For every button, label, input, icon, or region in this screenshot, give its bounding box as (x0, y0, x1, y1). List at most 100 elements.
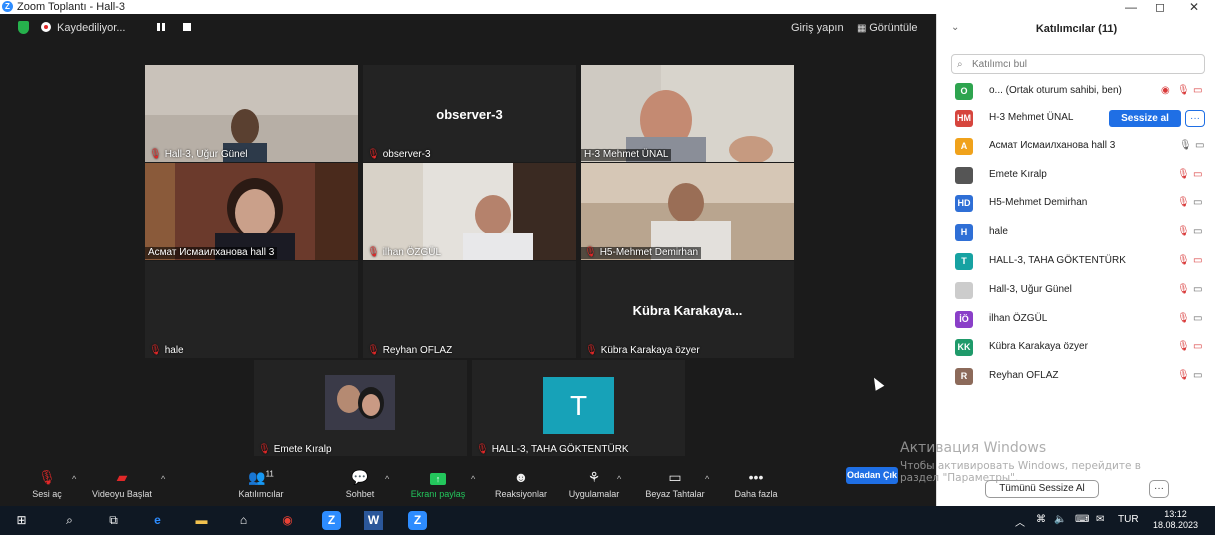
avatar: R (955, 368, 973, 385)
reactions-icon: ☻ (513, 469, 529, 485)
start-video-button[interactable]: ▰ Videoyu Başlat (90, 456, 154, 506)
edge-browser-icon[interactable]: e (148, 511, 167, 530)
mute-participant-button[interactable]: Sessize al (1109, 110, 1181, 127)
chrome-icon[interactable]: ◉ (278, 511, 297, 530)
participant-row[interactable]: İÖ ilhan ÖZGÜL 🎙 ▭ (937, 309, 1215, 331)
video-tile[interactable]: T 🎙 HALL-3, TAHA GÖKTENTÜRK (472, 360, 685, 457)
video-tile[interactable]: 🎙 Emete Kıralp (254, 360, 467, 457)
video-tile[interactable]: 🎙 Reyhan OFLAZ (363, 261, 576, 358)
participant-row[interactable]: Emete Kıralp 🎙 ▭ (937, 165, 1215, 187)
more-icon: ••• (748, 469, 764, 485)
participants-button[interactable]: 👥11 Katılımcılar (230, 456, 292, 506)
share-options-caret-icon[interactable]: ^ (471, 474, 475, 484)
minimize-button[interactable]: — (1125, 0, 1137, 14)
participants-icon: 👥11 (248, 469, 274, 485)
start-windows-icon[interactable]: ⊞ (12, 511, 31, 530)
whiteboard-icon: ▭ (668, 469, 682, 485)
pause-recording-icon[interactable] (157, 23, 166, 31)
task-view-icon[interactable]: ⧉ (104, 511, 123, 530)
mic-off-icon: 🎙 (1177, 370, 1190, 381)
mic-off-icon: 🎙 (1177, 169, 1190, 180)
apps-options-caret-icon[interactable]: ^ (617, 474, 621, 484)
participant-row[interactable]: H hale 🎙 ▭ (937, 222, 1215, 244)
zoom-app-icon[interactable]: Z (322, 511, 341, 530)
whiteboard-options-caret-icon[interactable]: ^ (705, 474, 709, 484)
share-screen-button[interactable]: ↑ Ekranı paylaş (410, 456, 466, 506)
reactions-button[interactable]: ☻ Reaksiyonlar (490, 456, 552, 506)
store-icon[interactable]: ⌂ (234, 511, 253, 530)
notifications-icon[interactable]: ✉ (1096, 514, 1104, 525)
chat-button[interactable]: 💬 Sohbet (340, 456, 380, 506)
participant-name: Kübra Karakaya özyer (989, 341, 1088, 352)
participant-video (145, 65, 358, 162)
tile-name: 🎙 HALL-3, TAHA GÖKTENTÜRK (476, 444, 629, 455)
tile-name: 🎙 Emete Kıralp (258, 444, 332, 455)
keyboard-icon[interactable]: ⌨ (1075, 514, 1089, 525)
participant-row[interactable]: O o... (Ortak oturum sahibi, ben) ◉ 🎙 ▭ (937, 81, 1215, 103)
video-tile[interactable]: observer-3 🎙 observer-3 (363, 65, 576, 162)
word-app-icon[interactable]: W (364, 511, 383, 530)
video-tile-active-speaker[interactable]: Асмат Исмаилханова hall 3 (145, 163, 358, 260)
participant-row[interactable]: Hall-3, Uğur Günel 🎙 ▭ (937, 280, 1215, 302)
mic-off-icon: 🎙 (1177, 226, 1190, 237)
more-button[interactable]: ••• Daha fazla (728, 456, 784, 506)
video-options-caret-icon[interactable]: ^ (161, 474, 165, 484)
tile-name: 🎙 ilhan ÖZGÜL (367, 247, 442, 258)
participant-row[interactable]: HD H5-Mehmet Demirhan 🎙 ▭ (937, 193, 1215, 215)
participant-search-input[interactable]: ⌕ Katılımcı bul (951, 54, 1205, 74)
windows-activation-watermark: Активация Windows Чтобы активировать Win… (900, 440, 1141, 484)
participant-video (145, 163, 358, 260)
avatar: HM (955, 110, 973, 127)
video-tile[interactable]: 🎙 ilhan ÖZGÜL (363, 163, 576, 260)
input-language[interactable]: TUR (1118, 514, 1139, 525)
leave-button[interactable]: Odadan Çık (846, 467, 898, 484)
participant-row[interactable]: A Асмат Исмаилханова hall 3 🎙 ▭ (937, 136, 1215, 158)
system-clock[interactable]: 13:12 18.08.2023 (1153, 509, 1198, 531)
audio-options-caret-icon[interactable]: ^ (72, 474, 76, 484)
apps-button[interactable]: ⚘ Uygulamalar (563, 456, 625, 506)
participant-name: HALL-3, TAHA GÖKTENTÜRK (989, 255, 1126, 266)
share-screen-icon: ↑ (410, 469, 466, 485)
video-tile[interactable]: H-3 Mehmet ÜNAL (581, 65, 794, 162)
signin-link[interactable]: Giriş yapın (791, 22, 844, 34)
tray-chevron-up-icon[interactable]: ︿ (1015, 514, 1025, 529)
view-label: Görüntüle (869, 22, 918, 34)
video-tile[interactable]: 🎙 H5-Mehmet Demirhan (581, 163, 794, 260)
search-placeholder: Katılımcı bul (972, 59, 1028, 70)
participant-name: o... (Ortak oturum sahibi, ben) (989, 85, 1122, 96)
participant-row[interactable]: R Reyhan OFLAZ 🎙 ▭ (937, 366, 1215, 388)
tile-name: 🎙 H5-Mehmet Demirhan (581, 247, 702, 259)
participant-row[interactable]: T HALL-3, TAHA GÖKTENTÜRK 🎙 ▭ (937, 251, 1215, 273)
participant-name: Reyhan OFLAZ (989, 370, 1059, 381)
unmute-button[interactable]: 🎙 Sesi aç (26, 456, 68, 506)
file-explorer-icon[interactable]: ▬ (192, 511, 211, 530)
meeting-area: Kaydediliyor... Giriş yapın ▦ Görüntüle … (0, 14, 936, 470)
chat-options-caret-icon[interactable]: ^ (385, 474, 389, 484)
video-tile[interactable]: Kübra Karakaya... 🎙 Kübra Karakaya özyer (581, 261, 794, 358)
participant-name: H5-Mehmet Demirhan (989, 197, 1088, 208)
whiteboards-button[interactable]: ▭ Beyaz Tahtalar (640, 456, 710, 506)
search-icon[interactable]: ⌕ (60, 511, 79, 530)
volume-icon[interactable]: 🔈 (1054, 514, 1066, 525)
maximize-button[interactable]: ◻ (1155, 0, 1165, 14)
mic-off-icon: 🎙 (585, 345, 598, 356)
network-icon[interactable]: ⌘ (1036, 514, 1046, 525)
view-button[interactable]: ▦ Görüntüle (857, 22, 918, 34)
avatar: H (955, 224, 973, 241)
zoom-app-icon[interactable]: Z (408, 511, 427, 530)
recording-icon (41, 22, 51, 32)
mic-off-icon: 🎙 (1177, 341, 1190, 352)
close-button[interactable]: ✕ (1189, 0, 1199, 14)
avatar: T (955, 253, 973, 270)
participant-row[interactable]: HM H-3 Mehmet ÜNAL Sessize al ··· (937, 108, 1215, 130)
participant-video (581, 65, 794, 162)
security-shield-icon[interactable] (18, 21, 29, 34)
video-tile[interactable]: 🎙 hale (145, 261, 358, 358)
avatar: O (955, 83, 973, 100)
video-on-icon: ▭ (1193, 226, 1203, 237)
participant-row[interactable]: KK Kübra Karakaya özyer 🎙 ▭ (937, 337, 1215, 359)
participant-more-button[interactable]: ··· (1185, 110, 1205, 127)
video-tile[interactable]: 🎙 Hall-3, Uğur Günel (145, 65, 358, 162)
panel-more-button[interactable]: ··· (1149, 480, 1169, 498)
stop-recording-icon[interactable] (183, 23, 191, 31)
